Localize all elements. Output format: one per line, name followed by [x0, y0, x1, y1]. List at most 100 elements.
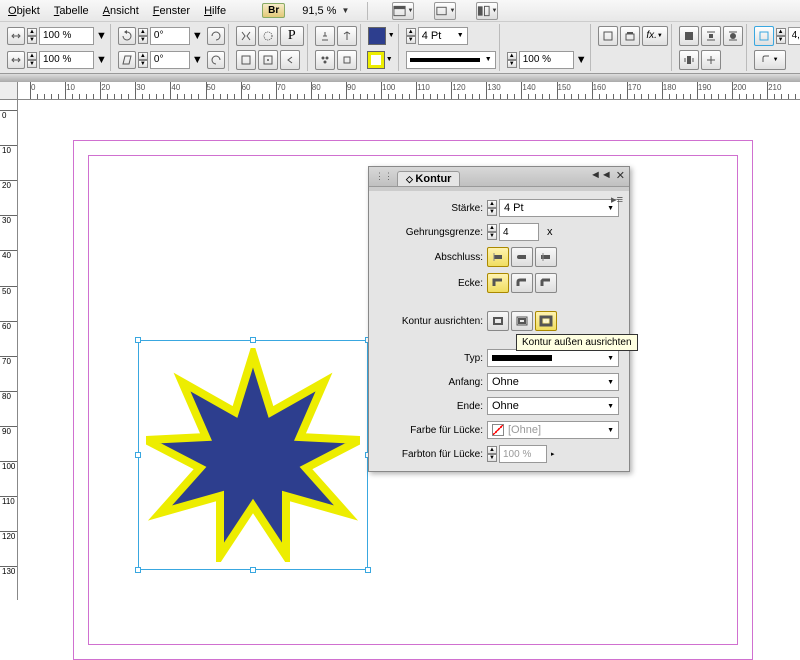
link-icon[interactable]: [7, 27, 25, 45]
shear-icon[interactable]: [118, 51, 136, 69]
fill-swatch[interactable]: [368, 27, 386, 45]
align-center-icon[interactable]: [487, 311, 509, 331]
resize-handle-br[interactable]: [365, 567, 371, 573]
panel-collapse-icon[interactable]: ◄◄: [590, 169, 612, 182]
stroke-swatch[interactable]: [368, 52, 384, 68]
gaptint-spinner[interactable]: ▲▼: [487, 446, 497, 462]
nav-icon-1[interactable]: [315, 26, 335, 46]
wrap-icon-2[interactable]: [701, 26, 721, 46]
zoom-value[interactable]: 91,5 %: [299, 4, 339, 18]
dropdown-icon[interactable]: ▼: [192, 30, 203, 42]
dropdown-icon[interactable]: ▼: [386, 56, 393, 63]
opacity2-spinner[interactable]: ▲▼: [27, 52, 37, 68]
view-mode-button-1[interactable]: ▼: [392, 2, 414, 20]
opacity2-input[interactable]: [39, 51, 94, 69]
menu-ansicht[interactable]: Ansicht: [103, 5, 139, 17]
weight-spinner[interactable]: ▲▼: [406, 28, 416, 44]
dropdown-icon[interactable]: ▼: [96, 30, 107, 42]
resize-handle-bl[interactable]: [135, 567, 141, 573]
nav-icon-2[interactable]: [337, 26, 357, 46]
wrap-icon-5[interactable]: [701, 50, 721, 70]
resize-handle-bm[interactable]: [250, 567, 256, 573]
menu-objekt[interactable]: Objekt: [8, 5, 40, 17]
weight-dropdown[interactable]: 4 Pt▼: [499, 199, 619, 217]
gaptint-input[interactable]: [499, 445, 547, 463]
resize-handle-ml[interactable]: [135, 452, 141, 458]
nav-icon-3[interactable]: [315, 50, 335, 70]
dropdown-icon[interactable]: ▼: [576, 54, 587, 66]
select-prev-icon[interactable]: [280, 50, 300, 70]
resize-handle-tl[interactable]: [135, 337, 141, 343]
rotate-icon[interactable]: [118, 27, 136, 45]
panel-close-icon[interactable]: ✕: [616, 169, 625, 182]
wrap-icon-3[interactable]: [723, 26, 743, 46]
join-bevel-icon[interactable]: [535, 273, 557, 293]
ruler-origin[interactable]: [0, 82, 18, 100]
opacity3-spinner[interactable]: ▲▼: [507, 52, 517, 68]
stroke-type-dd[interactable]: ▼: [406, 51, 496, 69]
select-container-icon[interactable]: [236, 50, 256, 70]
cap-round-icon[interactable]: [511, 247, 533, 267]
effects-icon-1[interactable]: [598, 26, 618, 46]
cap-projecting-icon[interactable]: [535, 247, 557, 267]
stroke-weight-dd[interactable]: 4 Pt▼: [418, 27, 468, 45]
link-icon-2[interactable]: [7, 51, 25, 69]
zoom-control[interactable]: 91,5 % ▼: [299, 4, 349, 18]
opacity1-spinner[interactable]: ▲▼: [27, 28, 37, 44]
width-input[interactable]: [788, 27, 800, 45]
effects-icon-2[interactable]: [620, 26, 640, 46]
menu-tabelle[interactable]: Tabelle: [54, 5, 89, 17]
slider-icon[interactable]: ▸: [551, 450, 555, 458]
bridge-button[interactable]: Br: [262, 3, 285, 18]
align-outside-icon[interactable]: [535, 311, 557, 331]
join-round-icon[interactable]: [511, 273, 533, 293]
join-label: Ecke:: [379, 278, 483, 289]
horizontal-ruler[interactable]: 0102030405060708090100110120130140150160…: [0, 82, 800, 100]
weight-spinner[interactable]: ▲▼: [487, 200, 497, 216]
rotate-cw-icon[interactable]: [207, 27, 225, 45]
select-content-icon[interactable]: [258, 50, 278, 70]
miter-spinner[interactable]: ▲▼: [487, 224, 497, 240]
dropdown-icon[interactable]: ▼: [388, 32, 395, 39]
menu-hilfe[interactable]: Hilfe: [204, 5, 226, 17]
wrap-icon-1[interactable]: [679, 26, 699, 46]
vertical-ruler[interactable]: 0102030405060708090100110120130140150160: [0, 100, 18, 600]
shear-spinner[interactable]: ▲▼: [138, 52, 148, 68]
rotate-ccw-icon[interactable]: [207, 51, 225, 69]
start-dropdown[interactable]: Ohne▼: [487, 373, 619, 391]
flip-h-icon[interactable]: [236, 26, 256, 46]
dropdown-icon[interactable]: ▼: [192, 54, 203, 66]
align-inside-icon[interactable]: [511, 311, 533, 331]
opacity3-input[interactable]: [519, 51, 574, 69]
join-miter-icon[interactable]: [487, 273, 509, 293]
corner-dd[interactable]: ▼: [754, 50, 786, 70]
flip-v-icon[interactable]: [258, 26, 278, 46]
shear-input[interactable]: [150, 51, 190, 69]
width-spinner[interactable]: ▲▼: [776, 28, 786, 44]
panel-tab[interactable]: ◇ Kontur: [397, 171, 460, 186]
arrange-button[interactable]: ▼: [476, 2, 498, 20]
rotate-input[interactable]: [150, 27, 190, 45]
type-dropdown[interactable]: ▼: [487, 349, 619, 367]
separator-bar: [0, 74, 800, 82]
rotate-spinner[interactable]: ▲▼: [138, 28, 148, 44]
wrap-icon-4[interactable]: [679, 50, 699, 70]
opacity1-input[interactable]: [39, 27, 94, 45]
p-icon[interactable]: P: [280, 26, 304, 46]
dropdown-icon[interactable]: ▼: [96, 54, 107, 66]
resize-handle-tm[interactable]: [250, 337, 256, 343]
menu-fenster[interactable]: Fenster: [153, 5, 190, 17]
crop-icon[interactable]: [754, 26, 774, 46]
cap-butt-icon[interactable]: [487, 247, 509, 267]
gapcolor-dropdown[interactable]: [Ohne]▼: [487, 421, 619, 439]
view-mode-button-2[interactable]: ▼: [434, 2, 456, 20]
align-label: Kontur ausrichten:: [379, 316, 483, 327]
panel-grip-icon[interactable]: ⋮⋮: [375, 171, 393, 182]
fx-button[interactable]: fx.▼: [642, 26, 668, 46]
panel-titlebar[interactable]: ⋮⋮ ◇ Kontur ◄◄ ✕: [369, 167, 629, 187]
miter-input[interactable]: [499, 223, 539, 241]
end-dropdown[interactable]: Ohne▼: [487, 397, 619, 415]
panel-menu-icon[interactable]: ▸≡: [611, 193, 623, 206]
nav-icon-4[interactable]: [337, 50, 357, 70]
dropdown-icon[interactable]: ▼: [341, 6, 349, 15]
